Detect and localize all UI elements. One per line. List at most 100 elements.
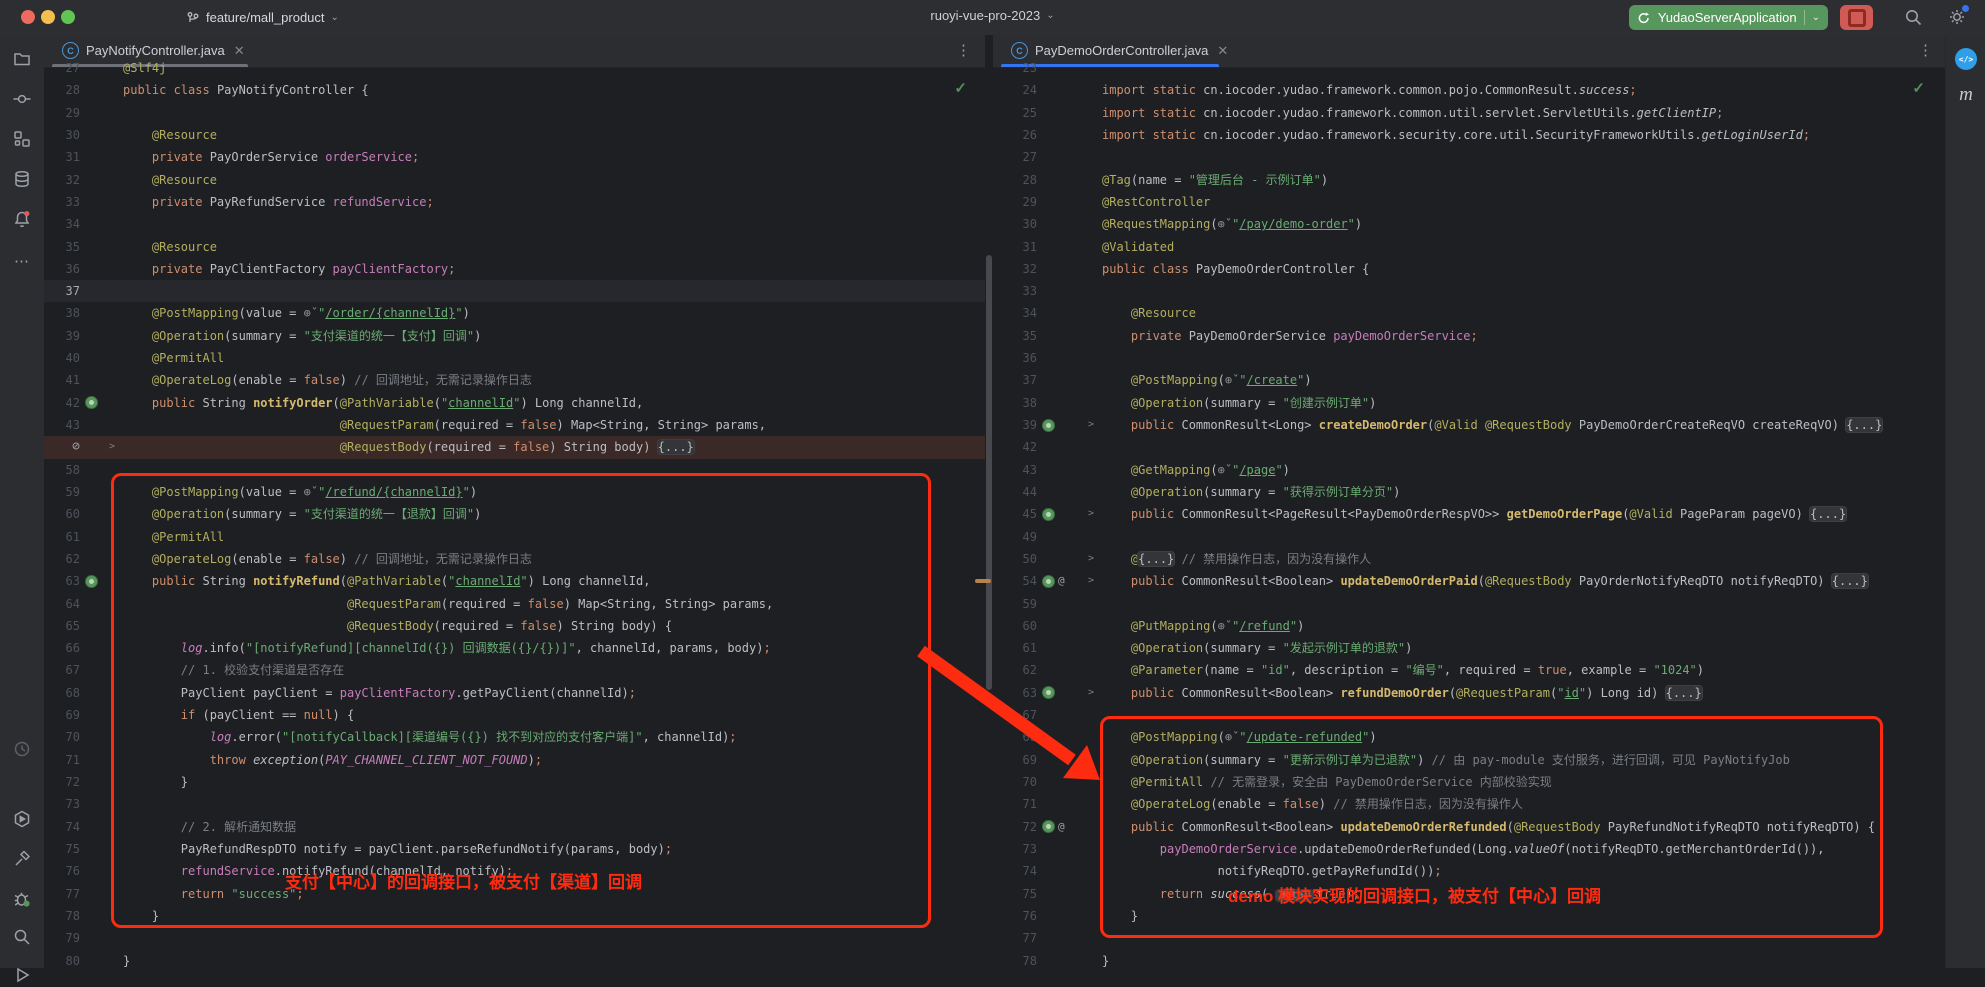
line-number[interactable]: 58 bbox=[44, 459, 80, 481]
code-line[interactable]: 73 payDemoOrderService.updateDemoOrderRe… bbox=[993, 838, 1945, 860]
search-everywhere-button[interactable] bbox=[1904, 8, 1923, 32]
code-line[interactable]: 74 // 2. 解析通知数据 bbox=[44, 816, 985, 838]
code-line[interactable]: 61 @PermitAll bbox=[44, 526, 985, 548]
line-number[interactable]: 71 bbox=[44, 749, 80, 771]
line-number[interactable]: 68 bbox=[44, 682, 80, 704]
code-line[interactable]: 49 bbox=[993, 526, 1945, 548]
code-line[interactable]: 75 return success( data:true); bbox=[993, 883, 1945, 905]
line-number[interactable]: 76 bbox=[993, 905, 1037, 927]
line-number[interactable]: 69 bbox=[44, 704, 80, 726]
code-line[interactable]: 29@RestController bbox=[993, 191, 1945, 213]
code-line[interactable]: 33 private PayRefundService refundServic… bbox=[44, 191, 985, 213]
code-line[interactable]: 65 @RequestBody(required = false) String… bbox=[44, 615, 985, 637]
find-tool-button[interactable] bbox=[10, 925, 34, 949]
code-line[interactable]: 38 @PostMapping(value = ⊕ˇ"/order/{chann… bbox=[44, 302, 985, 324]
line-number[interactable]: 74 bbox=[993, 860, 1037, 882]
code-line[interactable]: 37 @PostMapping(⊕ˇ"/create") bbox=[993, 369, 1945, 391]
line-number[interactable]: 37 bbox=[44, 280, 80, 302]
code-editor-left[interactable]: 27@Slf4j28public class PayNotifyControll… bbox=[44, 57, 985, 968]
line-number[interactable]: 36 bbox=[993, 347, 1037, 369]
line-number[interactable]: 38 bbox=[993, 392, 1037, 414]
fold-arrow-icon[interactable]: > bbox=[1088, 682, 1100, 704]
line-number[interactable]: 69 bbox=[993, 749, 1037, 771]
line-number[interactable]: 67 bbox=[44, 659, 80, 681]
line-number[interactable]: 61 bbox=[44, 526, 80, 548]
line-number[interactable]: 44 bbox=[993, 481, 1037, 503]
line-number[interactable]: 25 bbox=[993, 102, 1037, 124]
line-number[interactable]: 26 bbox=[993, 124, 1037, 146]
code-line[interactable]: 36 private PayClientFactory payClientFac… bbox=[44, 258, 985, 280]
line-number[interactable]: 23 bbox=[993, 57, 1037, 79]
code-line[interactable]: 77 return "success"; bbox=[44, 883, 985, 905]
code-line[interactable]: 60 @PutMapping(⊕ˇ"/refund") bbox=[993, 615, 1945, 637]
code-line[interactable]: 78} bbox=[993, 950, 1945, 969]
code-line[interactable]: 44 @Operation(summary = "获得示例订单分页") bbox=[993, 481, 1945, 503]
code-line[interactable]: 33 bbox=[993, 280, 1945, 302]
code-line[interactable]: 75 PayRefundRespDTO notify = payClient.p… bbox=[44, 838, 985, 860]
line-number[interactable]: 72 bbox=[44, 771, 80, 793]
code-line[interactable]: 77 bbox=[993, 927, 1945, 949]
fold-arrow-icon[interactable]: > bbox=[1088, 414, 1100, 436]
globe-url-icon[interactable]: ⊕ˇ bbox=[1225, 730, 1239, 744]
code-line[interactable]: 28@Tag(name = "管理后台 - 示例订单") bbox=[993, 169, 1945, 191]
folded-code-chip[interactable]: {...} bbox=[658, 440, 694, 454]
folded-code-chip[interactable]: {...} bbox=[1846, 418, 1882, 432]
code-line[interactable]: 30@RequestMapping(⊕ˇ"/pay/demo-order") bbox=[993, 213, 1945, 235]
code-line[interactable]: 76 refundService.notifyRefund(channelId,… bbox=[44, 860, 985, 882]
line-number[interactable]: 80 bbox=[44, 950, 80, 969]
stop-button[interactable] bbox=[1840, 5, 1873, 30]
code-line[interactable]: 31@Validated bbox=[993, 236, 1945, 258]
line-number[interactable]: 59 bbox=[44, 481, 80, 503]
code-line[interactable]: 68 PayClient payClient = payClientFactor… bbox=[44, 682, 985, 704]
line-number[interactable]: 27 bbox=[993, 146, 1037, 168]
history-tool-button[interactable] bbox=[10, 737, 34, 761]
line-number[interactable]: 68 bbox=[993, 726, 1037, 748]
code-line[interactable]: 43 @GetMapping(⊕ˇ"/page") bbox=[993, 459, 1945, 481]
globe-url-icon[interactable]: ⊕ˇ bbox=[304, 485, 318, 499]
line-number[interactable]: 27 bbox=[44, 57, 80, 79]
code-line[interactable]: 71 throw exception(PAY_CHANNEL_CLIENT_NO… bbox=[44, 749, 985, 771]
line-number[interactable]: 33 bbox=[993, 280, 1037, 302]
code-line[interactable]: 68 @PostMapping(⊕ˇ"/update-refunded") bbox=[993, 726, 1945, 748]
code-line[interactable]: 34 @Resource bbox=[993, 302, 1945, 324]
line-number[interactable]: 45 bbox=[993, 503, 1037, 525]
code-line[interactable]: 63> public CommonResult<Boolean> refundD… bbox=[993, 682, 1945, 704]
line-number[interactable]: 39 bbox=[993, 414, 1037, 436]
notifications-tool-button[interactable] bbox=[10, 207, 34, 231]
no-request-icon[interactable]: ⊘ bbox=[44, 436, 80, 458]
line-number[interactable]: 30 bbox=[993, 213, 1037, 235]
line-number[interactable]: 42 bbox=[44, 392, 80, 414]
line-number[interactable]: 35 bbox=[993, 325, 1037, 347]
code-line[interactable]: 39 @Operation(summary = "支付渠道的统一【支付】回调") bbox=[44, 325, 985, 347]
code-line[interactable]: 32public class PayDemoOrderController { bbox=[993, 258, 1945, 280]
folded-code-chip[interactable]: {...} bbox=[1832, 574, 1868, 588]
globe-url-icon[interactable]: ⊕ˇ bbox=[304, 306, 318, 320]
line-number[interactable]: 33 bbox=[44, 191, 80, 213]
code-line[interactable]: 23 bbox=[993, 57, 1945, 79]
line-number[interactable]: 62 bbox=[993, 659, 1037, 681]
code-line[interactable]: 32 @Resource bbox=[44, 169, 985, 191]
fold-arrow-icon[interactable]: > bbox=[1088, 548, 1100, 570]
code-line[interactable]: 67 // 1. 校验支付渠道是否存在 bbox=[44, 659, 985, 681]
code-line[interactable]: 72 } bbox=[44, 771, 985, 793]
line-number[interactable]: 76 bbox=[44, 860, 80, 882]
code-line[interactable]: 31 private PayOrderService orderService; bbox=[44, 146, 985, 168]
line-number[interactable]: 34 bbox=[44, 213, 80, 235]
code-line[interactable]: 70 @PermitAll // 无需登录，安全由 PayDemoOrderSe… bbox=[993, 771, 1945, 793]
line-number[interactable]: 75 bbox=[44, 838, 80, 860]
more-tool-windows-button[interactable]: ⋯ bbox=[10, 249, 34, 273]
code-line[interactable]: 79 bbox=[44, 927, 985, 949]
code-editor-right[interactable]: 2324import static cn.iocoder.yudao.frame… bbox=[993, 57, 1945, 968]
code-line[interactable]: 69 @Operation(summary = "更新示例订单为已退款") //… bbox=[993, 749, 1945, 771]
debug-tool-button[interactable] bbox=[10, 887, 34, 911]
code-line[interactable]: 50> @{...} // 禁用操作日志，因为没有操作人 bbox=[993, 548, 1945, 570]
line-number[interactable]: 28 bbox=[44, 79, 80, 101]
code-line[interactable]: 67 bbox=[993, 704, 1945, 726]
code-line[interactable]: 78 } bbox=[44, 905, 985, 927]
code-line[interactable]: 27@Slf4j bbox=[44, 57, 985, 79]
line-number[interactable]: 35 bbox=[44, 236, 80, 258]
code-line[interactable]: 39> public CommonResult<Long> createDemo… bbox=[993, 414, 1945, 436]
line-number[interactable]: 49 bbox=[993, 526, 1037, 548]
code-line[interactable]: 69 if (payClient == null) { bbox=[44, 704, 985, 726]
code-line[interactable]: 42 bbox=[993, 436, 1945, 458]
